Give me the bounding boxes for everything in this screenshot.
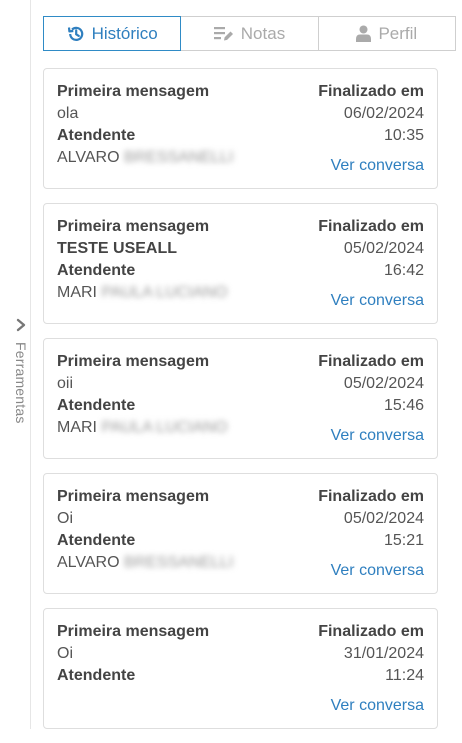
agent-redacted-name: PAULA LUCIANO [101, 284, 228, 301]
first-message-label: Primeira mensagem [57, 353, 210, 370]
agent-label: Atendente [57, 262, 136, 279]
tab-bar: Histórico Notas Perfil [43, 16, 456, 53]
first-message-value: ola [57, 105, 79, 122]
history-card: Primeira mensagem TESTE USEALL Atendente… [43, 203, 438, 324]
finished-at-label: Finalizado em [318, 353, 424, 370]
tab-history-label: Histórico [91, 23, 158, 43]
finished-time: 11:24 [385, 667, 424, 684]
tab-profile[interactable]: Perfil [318, 16, 456, 51]
history-list: Primeira mensagem ola Atendente ALVARO B… [43, 68, 438, 743]
finished-date: 05/02/2024 [343, 510, 424, 527]
agent-redacted-name: PAULA LUCIANO [101, 419, 228, 436]
first-message-label: Primeira mensagem [57, 488, 210, 505]
tab-notes[interactable]: Notas [181, 16, 319, 51]
user-icon [356, 25, 372, 42]
agent-first-name: ALVARO [57, 149, 120, 166]
tools-panel-label: Ferramentas [13, 342, 29, 424]
agent-label: Atendente [57, 397, 136, 414]
first-message-label: Primeira mensagem [57, 218, 210, 235]
finished-time: 15:21 [383, 532, 424, 549]
agent-value: ALVARO BRESSANELLI [57, 552, 287, 574]
history-icon [67, 26, 83, 41]
first-message-label: Primeira mensagem [57, 83, 210, 100]
finished-date: 31/01/2024 [343, 645, 424, 662]
finished-time: 16:42 [383, 262, 424, 279]
agent-redacted-name: BRESSANELLI [124, 149, 234, 166]
first-message-value: oii [57, 375, 74, 392]
chevron-right-icon [16, 318, 26, 332]
first-message-value: TESTE USEALL [57, 240, 178, 257]
finished-date: 05/02/2024 [343, 375, 424, 392]
finished-date: 05/02/2024 [343, 240, 424, 257]
agent-value: ALVARO BRESSANELLI [57, 147, 287, 169]
first-message-value: Oi [57, 645, 73, 662]
tab-history[interactable]: Histórico [43, 16, 182, 51]
agent-label: Atendente [57, 532, 136, 549]
agent-value: MARI PAULA LUCIANO [57, 417, 287, 439]
first-message-value: Oi [57, 510, 73, 527]
history-card: Primeira mensagem Oi Atendente Finalizad… [43, 608, 438, 729]
agent-first-name: ALVARO [57, 554, 120, 571]
tab-profile-label: Perfil [378, 23, 418, 43]
view-conversation-link[interactable]: Ver conversa [318, 695, 424, 717]
finished-date: 06/02/2024 [343, 105, 424, 122]
history-card: Primeira mensagem Oi Atendente ALVARO BR… [43, 473, 438, 594]
tab-notes-label: Notas [240, 23, 286, 43]
view-conversation-link[interactable]: Ver conversa [318, 155, 424, 177]
history-card: Primeira mensagem oii Atendente MARI PAU… [43, 338, 438, 459]
history-card: Primeira mensagem ola Atendente ALVARO B… [43, 68, 438, 189]
view-conversation-link[interactable]: Ver conversa [318, 560, 424, 582]
view-conversation-link[interactable]: Ver conversa [318, 425, 424, 447]
first-message-label: Primeira mensagem [57, 623, 210, 640]
agent-label: Atendente [57, 127, 136, 144]
finished-at-label: Finalizado em [318, 488, 424, 505]
agent-redacted-name: BRESSANELLI [124, 554, 234, 571]
agent-first-name: MARI [57, 419, 97, 436]
finished-at-label: Finalizado em [318, 83, 424, 100]
finished-time: 15:46 [383, 397, 424, 414]
agent-label: Atendente [57, 667, 136, 684]
finished-at-label: Finalizado em [318, 218, 424, 235]
agent-first-name: MARI [57, 284, 97, 301]
view-conversation-link[interactable]: Ver conversa [318, 290, 424, 312]
tools-panel-toggle[interactable]: Ferramentas [12, 318, 30, 448]
agent-value: MARI PAULA LUCIANO [57, 282, 287, 304]
notes-icon [213, 26, 233, 40]
finished-time: 10:35 [383, 127, 424, 144]
finished-at-label: Finalizado em [318, 623, 424, 640]
